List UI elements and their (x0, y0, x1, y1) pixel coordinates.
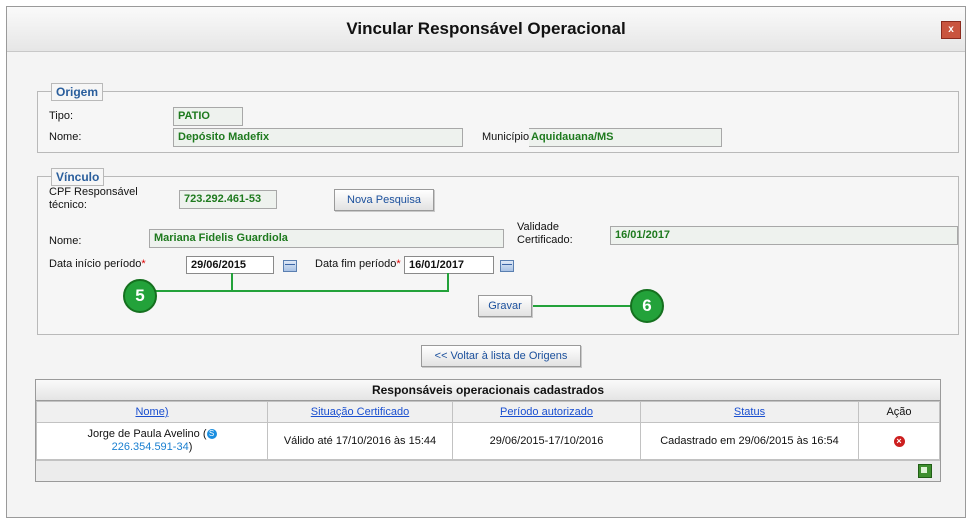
tipo-label: Tipo: (49, 110, 74, 122)
cell-situacao: Válido até 17/10/2016 às 15:44 (267, 422, 453, 460)
required-mark: * (396, 258, 401, 270)
calendar-icon[interactable] (500, 260, 514, 272)
table-footer (36, 460, 940, 481)
data-inicio-input[interactable]: 29/06/2015 (186, 256, 274, 274)
cpf-suffix: ) (188, 441, 193, 453)
cpf-link[interactable]: 226.354.591-34 (112, 441, 189, 453)
skype-icon[interactable]: S (206, 429, 217, 440)
marker-6: 6 (630, 289, 664, 323)
calendar-icon[interactable] (283, 260, 297, 272)
municipio-value: Aquidauana/MS (529, 128, 722, 147)
dialog-window: Vincular Responsável Operacional x Orige… (6, 6, 966, 518)
vinculo-legend: Vínculo (51, 168, 105, 186)
validade-label: Validade Certificado: (517, 221, 573, 246)
gravar-button[interactable]: Gravar (478, 295, 532, 317)
marker-line (137, 290, 449, 292)
marker-line (533, 305, 633, 307)
nome-text: Jorge de Paula Avelino ( (87, 428, 207, 440)
excel-export-icon[interactable] (918, 464, 932, 478)
nova-pesquisa-button[interactable]: Nova Pesquisa (334, 189, 434, 211)
voltar-button[interactable]: << Voltar à lista de Origens (421, 345, 581, 367)
data-inicio-text: Data início período (49, 258, 142, 270)
validade-value: 16/01/2017 (610, 226, 958, 245)
nome-vinculo-label: Nome: (49, 235, 82, 247)
cell-periodo: 29/06/2015-17/10/2016 (452, 422, 641, 460)
nome-origem-label: Nome: (49, 131, 82, 143)
col-header-status[interactable]: Status (640, 401, 859, 423)
col-header-nome[interactable]: Nome) (36, 401, 268, 423)
data-fim-label: Data fim período* (315, 258, 401, 270)
marker-5: 5 (123, 279, 157, 313)
table-row: Jorge de Paula Avelino (S 226.354.591-34… (36, 422, 940, 460)
dialog-title: Vincular Responsável Operacional (346, 19, 626, 38)
municipio-label: Município: (482, 131, 533, 143)
data-fim-text: Data fim período (315, 258, 397, 270)
cell-acao: × (858, 422, 940, 460)
table-caption: Responsáveis operacionais cadastrados (36, 380, 940, 401)
cell-status: Cadastrado em 29/06/2015 às 16:54 (640, 422, 859, 460)
cpf-value: 723.292.461-53 (179, 190, 277, 209)
tipo-value: PATIO (173, 107, 243, 126)
data-inicio-label: Data início período* (49, 258, 146, 270)
cpf-label: CPF Responsável técnico: (49, 186, 138, 211)
nome-origem-value: Depósito Madefix (173, 128, 463, 147)
close-icon[interactable]: x (941, 21, 961, 39)
data-fim-input[interactable]: 16/01/2017 (404, 256, 494, 274)
origem-legend: Origem (51, 83, 104, 101)
marker-line (231, 273, 233, 291)
nome-vinculo-value: Mariana Fidelis Guardiola (149, 229, 504, 248)
required-mark: * (141, 258, 146, 270)
delete-icon[interactable]: × (893, 436, 905, 447)
col-header-periodo[interactable]: Período autorizado (452, 401, 641, 423)
title-bar: Vincular Responsável Operacional x (7, 7, 965, 52)
marker-line (447, 273, 449, 291)
col-header-situacao[interactable]: Situação Certificado (267, 401, 453, 423)
cell-nome: Jorge de Paula Avelino (S 226.354.591-34… (36, 422, 268, 460)
col-header-acao: Ação (858, 401, 940, 423)
responsaveis-table: Responsáveis operacionais cadastrados No… (35, 379, 941, 482)
